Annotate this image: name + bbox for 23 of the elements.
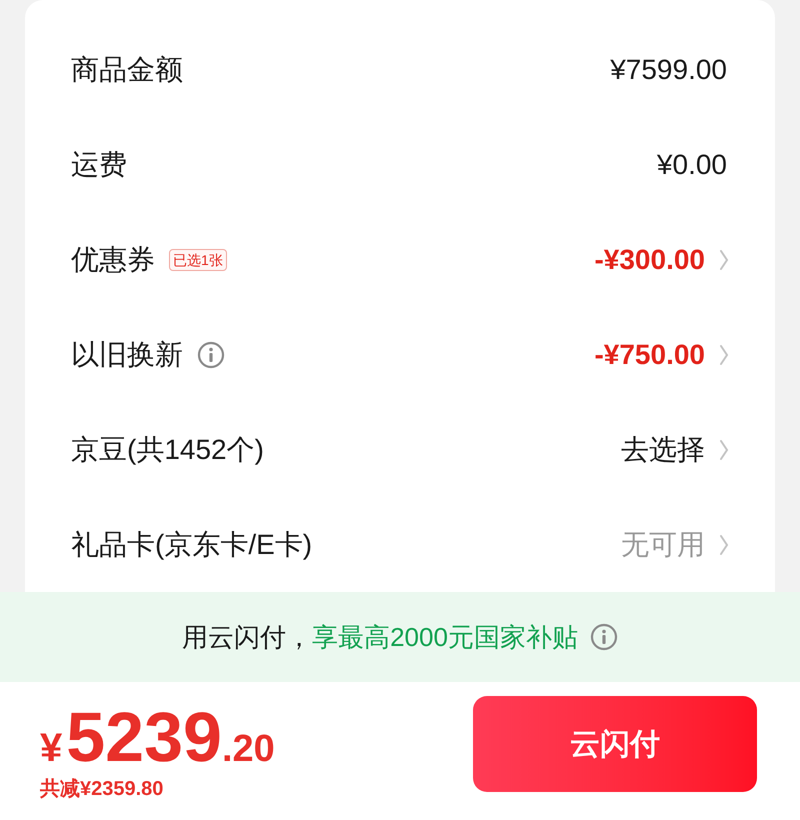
- info-icon[interactable]: [590, 623, 618, 651]
- row-value[interactable]: -¥300.00: [594, 238, 705, 280]
- subsidy-banner[interactable]: 用云闪付，享最高2000元国家补贴: [0, 592, 800, 682]
- row-value[interactable]: -¥750.00: [594, 334, 705, 376]
- total-price: 5239: [66, 698, 222, 774]
- row-label: 优惠券: [71, 242, 155, 276]
- pay-button[interactable]: 云闪付: [473, 696, 757, 792]
- total-saved: 共减¥2359.80: [40, 776, 164, 802]
- row-value[interactable]: 去选择: [621, 428, 705, 470]
- row-label: 以旧换新: [71, 338, 183, 372]
- row-value: ¥0.00: [656, 148, 727, 182]
- currency-symbol: ¥: [40, 724, 62, 772]
- row-label: 京豆(共1452个): [71, 432, 264, 467]
- coupon-tag: 已选1张: [169, 248, 227, 270]
- info-icon[interactable]: [197, 340, 225, 368]
- row-label: 商品金额: [71, 52, 183, 86]
- subsidy-highlight: 享最高2000元国家补贴: [312, 620, 578, 654]
- price-decimal: .20: [222, 726, 275, 772]
- banner-text: 用云闪付，: [182, 620, 312, 654]
- row-label: 礼品卡(京东卡/E卡): [71, 528, 312, 562]
- row-value: ¥7599.00: [610, 52, 727, 86]
- row-value[interactable]: 无可用: [621, 524, 705, 566]
- row-label: 运费: [71, 148, 127, 182]
